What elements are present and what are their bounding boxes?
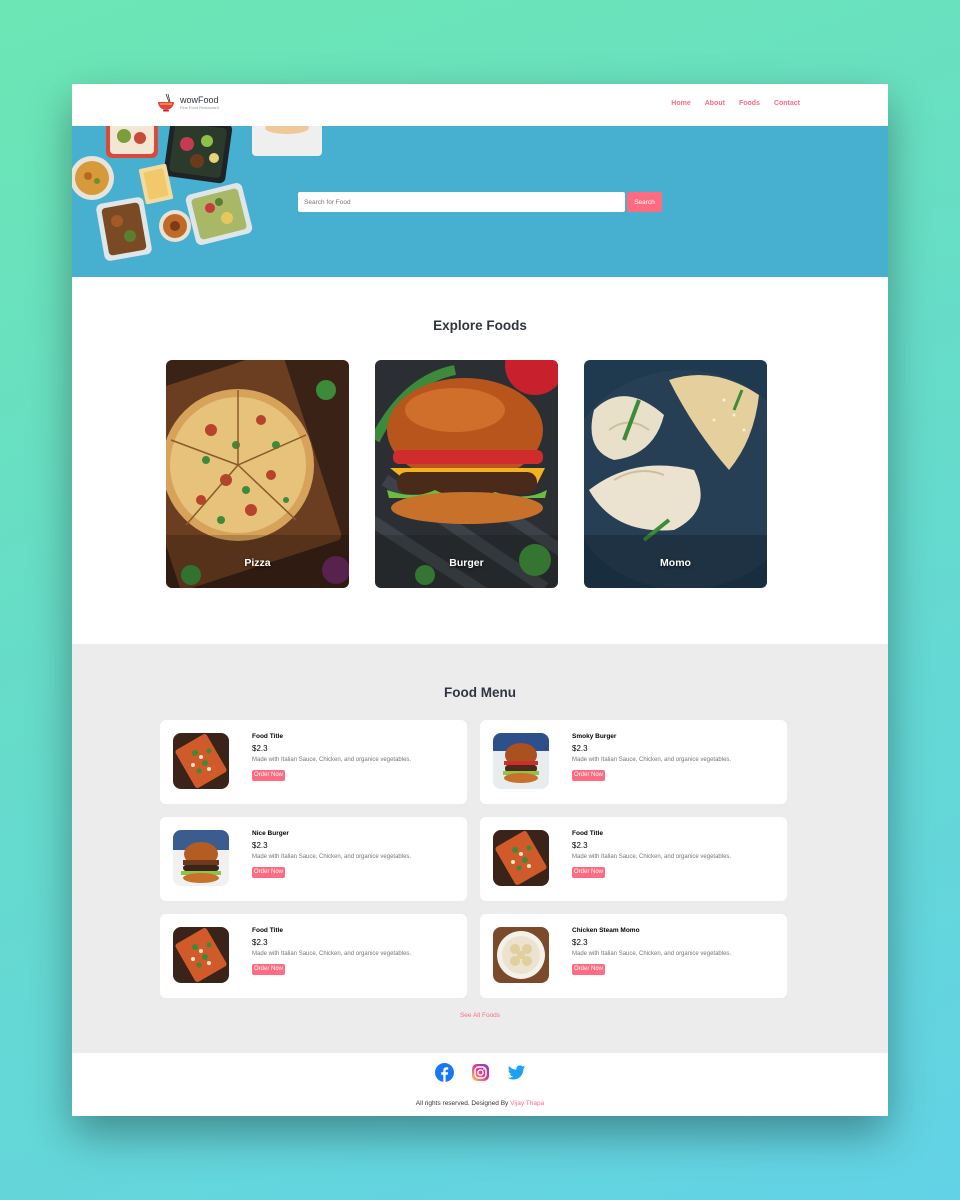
credits-text: All rights reserved. Designed By xyxy=(415,1100,509,1107)
logo[interactable]: wowFood Fine Food Restaurant xyxy=(156,93,219,113)
burger-thumbnail xyxy=(173,830,229,886)
momo-image xyxy=(584,360,767,588)
food-title: Food Title xyxy=(252,733,283,740)
order-now-button[interactable]: Order Now xyxy=(252,770,286,781)
food-card: Food Title $2.3 Made with Italian Sauce,… xyxy=(160,914,467,998)
food-title: Food Title xyxy=(572,830,603,837)
food-description: Made with Italian Sauce, Chicken, and or… xyxy=(252,757,412,763)
food-title: Food Title xyxy=(252,927,283,934)
order-now-button[interactable]: Order Now xyxy=(572,770,606,781)
food-card: Smoky Burger $2.3 Made with Italian Sauc… xyxy=(480,720,787,804)
hero-search-section: Search xyxy=(72,126,888,277)
brand-tagline: Fine Food Restaurant xyxy=(180,105,219,110)
category-card-pizza[interactable]: Pizza xyxy=(166,360,349,588)
food-price: $2.3 xyxy=(252,938,268,947)
food-price: $2.3 xyxy=(572,744,588,753)
burger-image xyxy=(375,360,558,588)
see-all-foods-link[interactable]: See All Foods xyxy=(72,1012,888,1019)
navbar: wowFood Fine Food Restaurant Home About … xyxy=(72,84,888,126)
nav-contact-link[interactable]: Contact xyxy=(774,100,800,107)
nav-home-link[interactable]: Home xyxy=(671,100,690,107)
food-price: $2.3 xyxy=(252,744,268,753)
food-description: Made with Italian Sauce, Chicken, and or… xyxy=(252,951,412,957)
nav-about-link[interactable]: About xyxy=(705,100,725,107)
food-card: Food Title $2.3 Made with Italian Sauce,… xyxy=(160,720,467,804)
category-card-momo[interactable]: Momo xyxy=(584,360,767,588)
food-menu-title: Food Menu xyxy=(444,685,516,700)
order-now-button[interactable]: Order Now xyxy=(572,867,606,878)
search-input[interactable] xyxy=(298,192,625,212)
food-title: Chicken Steam Momo xyxy=(572,927,640,934)
instagram-icon[interactable] xyxy=(471,1063,490,1082)
website-frame: wowFood Fine Food Restaurant Home About … xyxy=(72,84,888,1116)
order-now-button[interactable]: Order Now xyxy=(252,964,286,975)
category-card-burger[interactable]: Burger xyxy=(375,360,558,588)
food-card: Chicken Steam Momo $2.3 Made with Italia… xyxy=(480,914,787,998)
footer: All rights reserved. Designed By Vijay T… xyxy=(72,1053,888,1116)
food-description: Made with Italian Sauce, Chicken, and or… xyxy=(572,854,732,860)
brand-name: wowFood xyxy=(180,95,219,105)
bowl-logo-icon xyxy=(156,93,176,113)
footer-credits: All rights reserved. Designed By Vijay T… xyxy=(72,1100,888,1107)
explore-foods-section: Explore Foods Pizza Burger Momo xyxy=(72,277,888,644)
food-title: Nice Burger xyxy=(252,830,289,837)
facebook-icon[interactable] xyxy=(435,1063,454,1082)
order-now-button[interactable]: Order Now xyxy=(572,964,606,975)
food-description: Made with Italian Sauce, Chicken, and or… xyxy=(572,757,732,763)
social-links xyxy=(435,1063,526,1082)
pizza-thumbnail xyxy=(493,830,549,886)
food-description: Made with Italian Sauce, Chicken, and or… xyxy=(252,854,412,860)
pizza-thumbnail xyxy=(173,927,229,983)
nav-menu: Home About Foods Contact xyxy=(671,100,800,107)
momo-thumbnail xyxy=(493,927,549,983)
food-card: Nice Burger $2.3 Made with Italian Sauce… xyxy=(160,817,467,901)
search-button[interactable]: Search xyxy=(627,192,662,212)
category-label-pizza: Pizza xyxy=(244,557,271,569)
food-description: Made with Italian Sauce, Chicken, and or… xyxy=(572,951,732,957)
food-price: $2.3 xyxy=(572,841,588,850)
food-title: Smoky Burger xyxy=(572,733,617,740)
twitter-icon[interactable] xyxy=(507,1063,526,1082)
food-containers-image xyxy=(72,126,322,261)
pizza-thumbnail xyxy=(173,733,229,789)
food-price: $2.3 xyxy=(572,938,588,947)
food-card: Food Title $2.3 Made with Italian Sauce,… xyxy=(480,817,787,901)
category-label-burger: Burger xyxy=(449,557,484,569)
explore-title: Explore Foods xyxy=(433,318,527,333)
burger-thumbnail xyxy=(493,733,549,789)
category-label-momo: Momo xyxy=(660,557,691,569)
food-menu-section: Food Menu Food Title $2.3 Made with Ital… xyxy=(72,644,888,1053)
pizza-image xyxy=(166,360,349,588)
order-now-button[interactable]: Order Now xyxy=(252,867,286,878)
search-form: Search xyxy=(298,192,662,212)
food-price: $2.3 xyxy=(252,841,268,850)
author-link[interactable]: Vijay Thapa xyxy=(510,1100,544,1107)
nav-foods-link[interactable]: Foods xyxy=(739,100,760,107)
